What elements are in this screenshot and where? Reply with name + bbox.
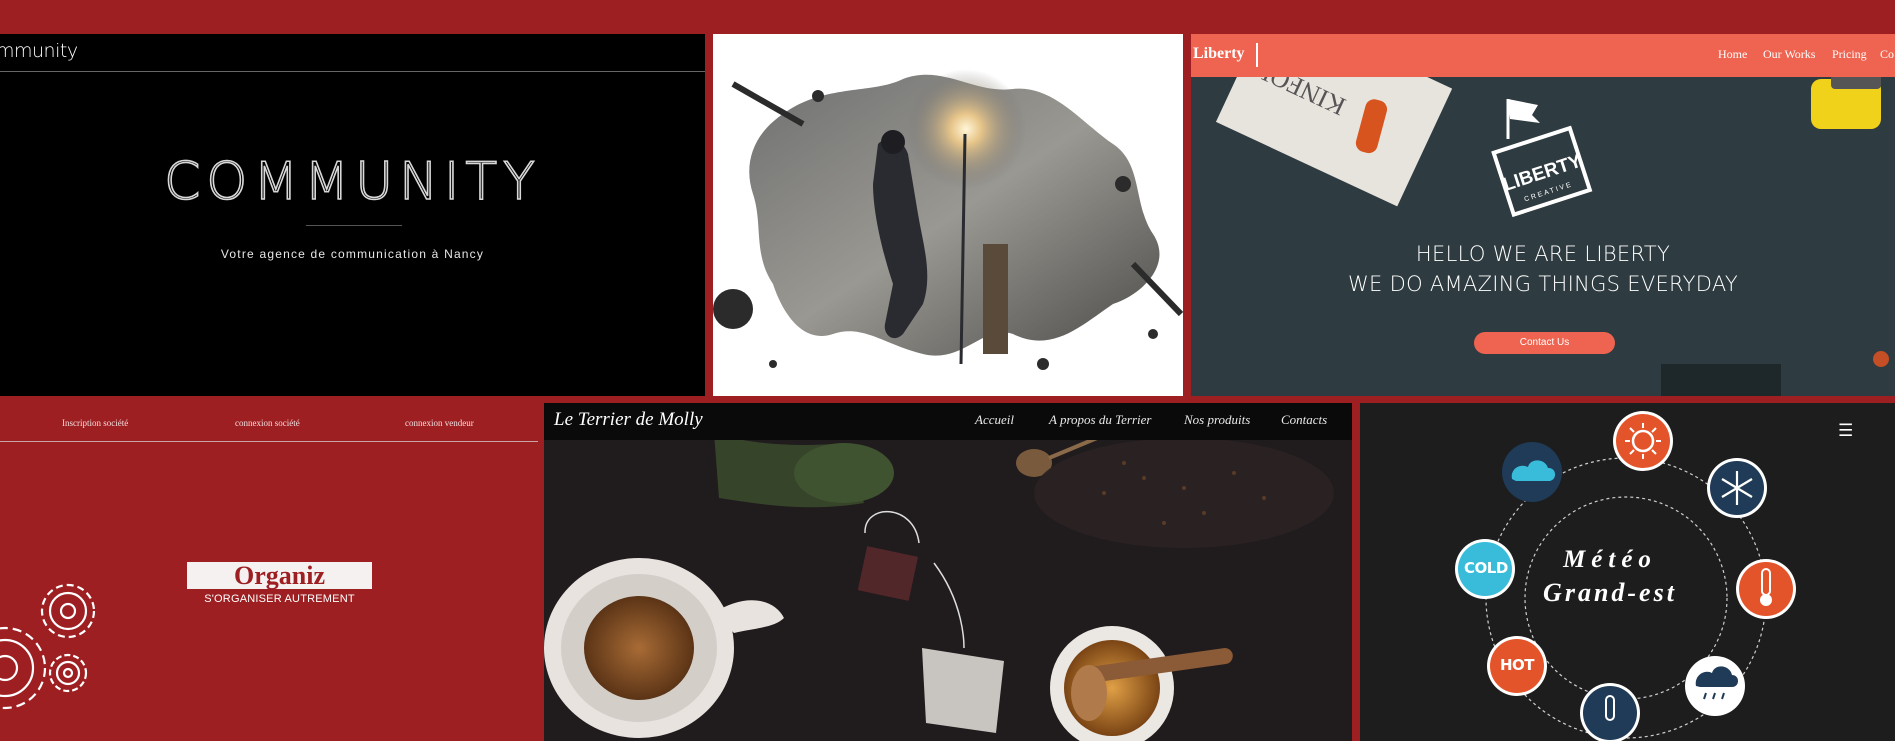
liberty-preview[interactable]: KINFOLK LIBERTY CREATIVE Liberty Home Ou… — [1191, 34, 1895, 396]
meteo-preview[interactable]: ☰ COLD HOT Météo Grand-est — [1360, 403, 1895, 741]
tea-table-image — [544, 431, 1352, 741]
contact-us-button[interactable]: Contact Us — [1474, 332, 1615, 354]
liberty-brand[interactable]: Liberty — [1193, 45, 1245, 63]
meteo-title-line1: Météo — [1563, 546, 1657, 573]
organiz-nav-connexion-vendeur[interactable]: connexion vendeur — [405, 418, 474, 428]
header-divider — [0, 71, 705, 72]
liberty-nav-our-works[interactable]: Our Works — [1763, 47, 1815, 62]
community-preview[interactable]: mmunity COMMUNITY Votre agence de commun… — [0, 34, 705, 396]
meteo-title-line2: Grand-est — [1543, 578, 1677, 607]
molly-nav-contacts[interactable]: Contacts — [1281, 412, 1327, 428]
title-divider — [306, 225, 402, 226]
molly-nav-accueil[interactable]: Accueil — [975, 412, 1014, 428]
molly-brand[interactable]: Le Terrier de Molly — [554, 409, 703, 431]
community-title: COMMUNITY — [163, 151, 541, 213]
organiz-nav-inscription[interactable]: Inscription société — [62, 418, 128, 428]
snowflake-icon — [1707, 458, 1767, 518]
rain-cloud-icon — [1685, 656, 1745, 716]
sun-icon — [1613, 411, 1673, 471]
cold-label: COLD — [1464, 559, 1508, 577]
liberty-hero-line1: HELLO WE ARE LIBERTY — [1415, 242, 1671, 266]
hamburger-icon[interactable]: ☰ — [1838, 421, 1853, 441]
molly-nav-a-propos[interactable]: A propos du Terrier — [1049, 412, 1151, 428]
molly-preview[interactable]: Le Terrier de Molly Accueil A propos du … — [544, 403, 1352, 741]
community-tagline: Votre agence de communication à Nancy — [220, 247, 485, 261]
liberty-nav-home[interactable]: Home — [1718, 47, 1747, 62]
cold-thermometer-icon — [1580, 683, 1640, 741]
paint-splash-preview[interactable] — [713, 34, 1183, 396]
brand-separator — [1256, 43, 1258, 67]
cloud-icon — [1502, 442, 1562, 502]
paint-splash-image — [713, 69, 1183, 370]
organiz-preview[interactable]: Inscription société connexion société co… — [0, 403, 538, 741]
liberty-hero-line2: WE DO AMAZING THINGS EVERYDAY — [1347, 272, 1738, 296]
molly-nav-produits[interactable]: Nos produits — [1184, 412, 1250, 428]
organiz-nav-connexion-societe[interactable]: connexion société — [235, 418, 300, 428]
liberty-nav-contact[interactable]: Co — [1880, 47, 1894, 62]
hot-label: HOT — [1499, 656, 1535, 674]
community-logo: mmunity — [0, 40, 78, 62]
organiz-divider — [0, 441, 538, 442]
liberty-nav-pricing[interactable]: Pricing — [1832, 47, 1867, 62]
organiz-logo: Organiz — [187, 562, 372, 589]
thermometer-icon — [1736, 559, 1796, 619]
gears-icon — [0, 583, 96, 710]
organiz-subtitle: S'ORGANISER AUTREMENT — [204, 593, 355, 605]
